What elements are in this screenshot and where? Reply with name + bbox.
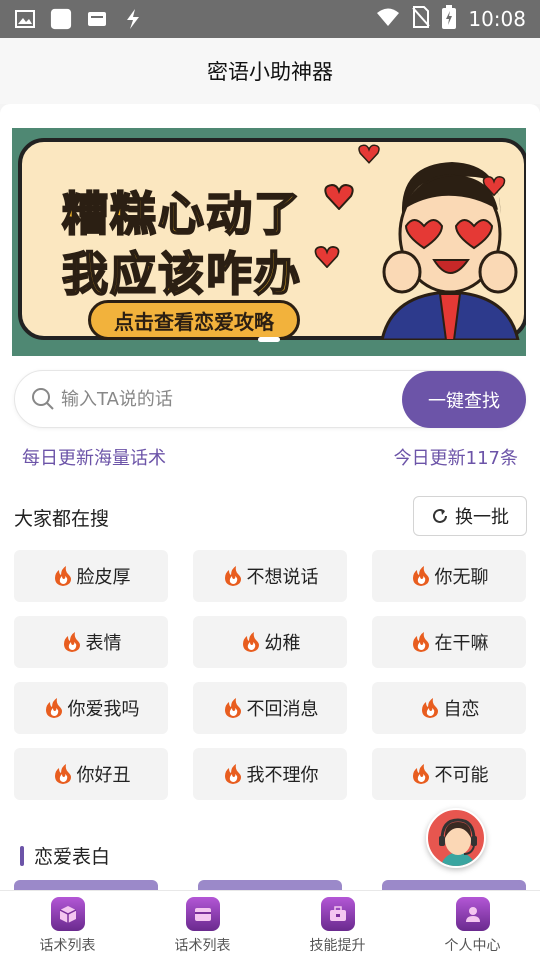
no-sim-icon	[412, 5, 431, 33]
app-square-icon	[50, 8, 72, 30]
fire-icon	[54, 566, 71, 586]
category-card[interactable]	[14, 880, 158, 890]
section-title-popular: 大家都在搜	[14, 508, 110, 530]
bottom-nav: 话术列表 话术列表 技能提升 个人中心	[0, 890, 540, 960]
hot-tag[interactable]: 我不理你	[193, 748, 347, 800]
nav-item-scripts-2[interactable]: 话术列表	[135, 891, 270, 960]
hot-tag[interactable]: 你无聊	[372, 550, 526, 602]
page-title: 密语小助神器	[207, 60, 333, 84]
fire-icon	[54, 764, 71, 784]
section-title-love: 恋爱表白	[20, 842, 110, 869]
refresh-button[interactable]: 换一批	[413, 496, 527, 536]
search-button[interactable]: 一键查找	[402, 371, 526, 428]
love-title-label: 恋爱表白	[34, 846, 111, 868]
today-update-count: 今日更新117条	[393, 448, 518, 469]
heart-decoration	[358, 144, 380, 164]
hot-tag[interactable]: 脸皮厚	[14, 550, 168, 602]
category-card[interactable]	[198, 880, 342, 890]
hot-tags-grid: 脸皮厚 不想说话 你无聊 表情 幼稚 在干嘛 你爱我吗 不回消息 自恋 你好丑 …	[14, 550, 528, 800]
promo-banner[interactable]: 糟糕心动了 我应该咋办 点击查看恋爱攻略	[12, 128, 526, 356]
banner-headline-2: 我应该咋办	[61, 246, 302, 302]
refresh-icon	[433, 508, 447, 523]
banner-character-illustration	[380, 162, 520, 340]
heart-decoration	[314, 246, 340, 268]
fire-icon	[63, 632, 80, 652]
search-icon	[31, 387, 55, 415]
search-bar: 一键查找	[14, 370, 526, 428]
notification-icon	[86, 8, 108, 30]
hot-tag[interactable]: 你好丑	[14, 748, 168, 800]
hot-tag[interactable]: 你爱我吗	[14, 682, 168, 734]
person-icon	[455, 897, 490, 931]
status-bar: 10:08	[0, 0, 540, 38]
card-icon	[185, 897, 220, 931]
battery-icon	[442, 4, 457, 34]
fire-icon	[242, 632, 259, 652]
fire-icon	[224, 566, 241, 586]
fire-icon	[45, 698, 62, 718]
heart-decoration	[482, 176, 506, 196]
toolbox-icon	[320, 897, 355, 931]
nav-label: 话术列表	[174, 938, 231, 954]
fire-icon	[224, 698, 241, 718]
clock-time: 10:08	[468, 7, 526, 31]
fire-icon	[412, 566, 429, 586]
category-card[interactable]	[382, 880, 526, 890]
banner-headline-1: 糟糕心动了	[61, 186, 302, 242]
hot-tag[interactable]: 不可能	[372, 748, 526, 800]
fire-icon	[224, 764, 241, 784]
hot-tag[interactable]: 不想说话	[193, 550, 347, 602]
search-input[interactable]	[61, 371, 391, 427]
customer-service-button[interactable]	[426, 808, 486, 868]
nav-item-profile[interactable]: 个人中心	[405, 891, 540, 960]
charging-bolt-icon	[122, 8, 144, 30]
main-content: 糟糕心动了 我应该咋办 点击查看恋爱攻略 输入TA说的话 一键查找 每日更新海量…	[0, 104, 540, 890]
hot-tag[interactable]: 幼稚	[193, 616, 347, 668]
nav-item-skills[interactable]: 技能提升	[270, 891, 405, 960]
wifi-icon	[376, 7, 400, 32]
daily-update-note: 每日更新海量话术	[22, 448, 166, 469]
fire-icon	[412, 764, 429, 784]
refresh-label: 换一批	[455, 507, 509, 528]
hot-tag[interactable]: 表情	[14, 616, 168, 668]
nav-item-scripts[interactable]: 话术列表	[0, 891, 135, 960]
nav-label: 技能提升	[309, 938, 366, 954]
hot-tag[interactable]: 不回消息	[193, 682, 347, 734]
banner-card: 糟糕心动了 我应该咋办 点击查看恋爱攻略	[18, 138, 526, 340]
fire-icon	[412, 632, 429, 652]
fire-icon	[421, 698, 438, 718]
box-icon	[50, 897, 85, 931]
banner-cta-pill: 点击查看恋爱攻略	[88, 300, 300, 340]
carousel-indicator	[258, 337, 280, 342]
nav-label: 个人中心	[444, 938, 501, 954]
nav-label: 话术列表	[39, 938, 96, 954]
hot-tag[interactable]: 在干嘛	[372, 616, 526, 668]
gallery-icon	[14, 8, 36, 30]
section-marker	[20, 845, 24, 866]
app-bar: 密语小助神器	[0, 38, 540, 104]
heart-decoration	[324, 184, 354, 210]
hot-tag[interactable]: 自恋	[372, 682, 526, 734]
